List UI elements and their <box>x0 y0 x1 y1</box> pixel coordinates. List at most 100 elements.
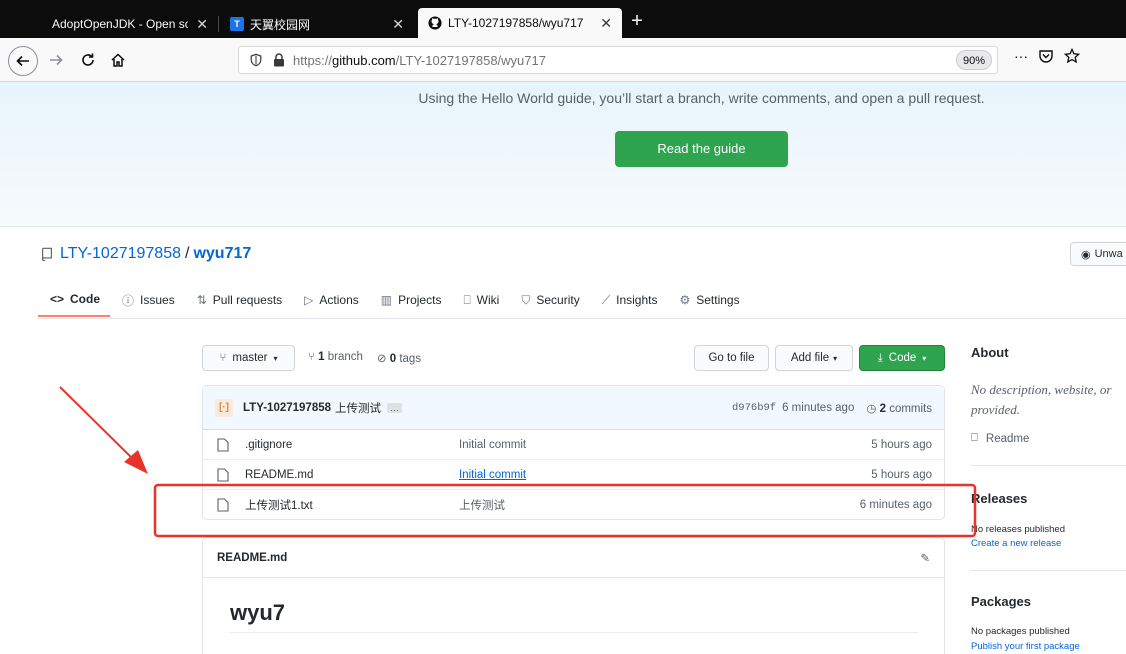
readme-divider <box>230 632 918 633</box>
file-age: 6 minutes ago <box>859 499 932 511</box>
avatar[interactable]: [·] <box>215 398 233 417</box>
file-name-link[interactable]: .gitignore <box>245 439 459 451</box>
tag-icon: ⊘ <box>376 353 390 365</box>
forward-button[interactable] <box>44 48 68 72</box>
commit-meta: d976b9f 6 minutes ago ◷ 2 commits <box>732 401 932 415</box>
eye-icon: ◉ <box>1081 248 1091 261</box>
tab-label: Wiki <box>476 293 500 307</box>
releases-heading[interactable]: Releases <box>971 491 1027 506</box>
add-file-label: Add file <box>790 352 830 364</box>
branch-select-button[interactable]: ⑂ master ▾ <box>202 345 295 371</box>
branch-icon: ⑂ <box>308 351 319 363</box>
code-label: Code <box>888 352 917 364</box>
gear-icon: ⚙ <box>679 293 691 307</box>
file-commit-link[interactable]: Initial commit <box>459 439 871 451</box>
tracking-shield-icon[interactable] <box>249 53 263 67</box>
annotation-arrow-head <box>124 450 148 474</box>
tab-actions[interactable]: ▷ Actions <box>292 283 369 317</box>
file-age: 5 hours ago <box>871 468 932 481</box>
commit-expand-button[interactable]: … <box>387 402 403 413</box>
tab-pull-requests[interactable]: ⇅ Pull requests <box>185 283 292 317</box>
publish-package-link[interactable]: Publish your first package <box>971 641 1080 652</box>
close-tab-icon[interactable]: ✕ <box>600 15 612 32</box>
latest-commit-row: [·] LTY-1027197858 上传测试 … d976b9f 6 minu… <box>203 386 944 430</box>
about-description: No description, website, or provided. <box>971 382 1112 417</box>
commit-author-link[interactable]: LTY-1027197858 <box>243 402 331 414</box>
packages-heading[interactable]: Packages <box>971 594 1031 609</box>
banner-text: Using the Hello World guide, you’ll star… <box>418 90 985 106</box>
divider <box>971 570 1126 571</box>
file-name-link[interactable]: 上传测试1.txt <box>245 497 459 513</box>
repo-sidebar: About No description, website, or provid… <box>971 345 1126 652</box>
tab-security[interactable]: ⛉ Security <box>509 283 589 317</box>
add-file-button[interactable]: Add file ▾ <box>775 345 853 371</box>
tab-projects[interactable]: ▥ Projects <box>369 283 452 317</box>
repo-owner-link[interactable]: LTY-1027197858 <box>60 245 181 263</box>
shield-icon: ⛉ <box>521 292 531 307</box>
tab-code[interactable]: <> Code <box>38 283 111 317</box>
branch-icon: ⑂ <box>219 352 227 364</box>
issue-icon: ⓘ <box>122 293 135 308</box>
read-guide-button[interactable]: Read the guide <box>615 131 788 167</box>
url-text[interactable]: https://github.com/LTY-1027197858/wyu717 <box>293 53 546 68</box>
code-download-button[interactable]: ⤓ Code ▾ <box>859 345 945 371</box>
adoptopenjdk-icon <box>32 17 46 31</box>
file-commit-link[interactable]: Initial commit <box>459 469 871 481</box>
file-icon <box>217 437 229 452</box>
browser-tab-github[interactable]: LTY-1027197858/wyu717 ✕ <box>418 8 622 38</box>
url-bar[interactable]: https://github.com/LTY-1027197858/wyu717 <box>238 46 998 74</box>
releases-status: No releases published <box>971 524 1066 535</box>
caret-down-icon: ▾ <box>273 353 278 363</box>
page-actions-menu-icon[interactable]: ··· <box>1014 48 1028 64</box>
bookmark-star-icon[interactable] <box>1064 48 1080 64</box>
tab-wiki[interactable]: ⎕ Wiki <box>451 283 509 317</box>
tab-issues[interactable]: ⓘ Issues <box>110 283 185 317</box>
file-table: [·] LTY-1027197858 上传测试 … d976b9f 6 minu… <box>202 385 945 520</box>
arrow-left-icon <box>16 55 29 67</box>
repo-name-link[interactable]: wyu717 <box>193 245 251 263</box>
close-tab-icon[interactable]: ✕ <box>392 16 404 33</box>
commit-age: 6 minutes ago <box>782 401 855 414</box>
lock-icon[interactable] <box>273 53 285 67</box>
tags-link[interactable]: ⊘ 0 tags <box>377 351 421 365</box>
pencil-icon[interactable]: ✎ <box>920 551 930 565</box>
tab-settings[interactable]: ⚙ Settings <box>667 283 749 317</box>
arrow-right-icon <box>50 54 63 66</box>
back-button[interactable] <box>8 46 38 76</box>
branches-link[interactable]: ⑂ 1 branch <box>308 351 363 365</box>
file-commit-link[interactable]: 上传测试 <box>459 497 860 513</box>
pocket-icon[interactable] <box>1038 48 1054 64</box>
commit-message-link[interactable]: 上传测试 <box>335 400 381 416</box>
repo-title: LTY-1027197858 / wyu717 <box>40 245 251 263</box>
table-row: .gitignore Initial commit 5 hours ago <box>203 430 944 460</box>
project-icon: ▥ <box>380 293 393 307</box>
readme-filename-link[interactable]: README.md <box>217 552 287 564</box>
tab-insights[interactable]: ⟋ Insights <box>590 283 668 317</box>
tab-label: Insights <box>616 293 658 307</box>
history-icon: ◷ <box>866 402 880 415</box>
url-bar-actions: ··· <box>1014 48 1080 64</box>
packages-status: No packages published <box>971 626 1070 637</box>
browser-tab-tianyi[interactable]: T 天翼校园网 ✕ <box>220 10 414 38</box>
readme-sidebar-link[interactable]: ⎕ Readme <box>971 432 1029 445</box>
close-tab-icon[interactable]: ✕ <box>196 16 208 33</box>
browser-tab-adoptopenjdk[interactable]: AdoptOpenJDK - Open sour ✕ <box>22 10 218 38</box>
book-icon: ⎕ <box>463 292 471 307</box>
commit-sha-link[interactable]: d976b9f <box>732 402 776 414</box>
unwatch-button[interactable]: ◉ Unwa <box>1070 242 1126 266</box>
download-icon: ⤓ <box>877 351 883 364</box>
create-release-link[interactable]: Create a new release <box>971 538 1061 549</box>
divider <box>971 465 1126 466</box>
new-tab-button[interactable]: + <box>626 10 648 34</box>
commits-link[interactable]: ◷ 2 commits <box>866 401 932 415</box>
file-icon <box>217 498 229 512</box>
home-button[interactable] <box>106 48 130 72</box>
repo-icon <box>42 247 52 261</box>
reload-icon <box>82 53 94 66</box>
zoom-level-button[interactable]: 90% <box>956 50 992 70</box>
file-name-link[interactable]: README.md <box>245 469 459 481</box>
reload-button[interactable] <box>76 48 100 72</box>
graph-icon: ⟋ <box>601 292 611 307</box>
tab-label: Issues <box>140 293 175 307</box>
go-to-file-button[interactable]: Go to file <box>694 345 769 371</box>
